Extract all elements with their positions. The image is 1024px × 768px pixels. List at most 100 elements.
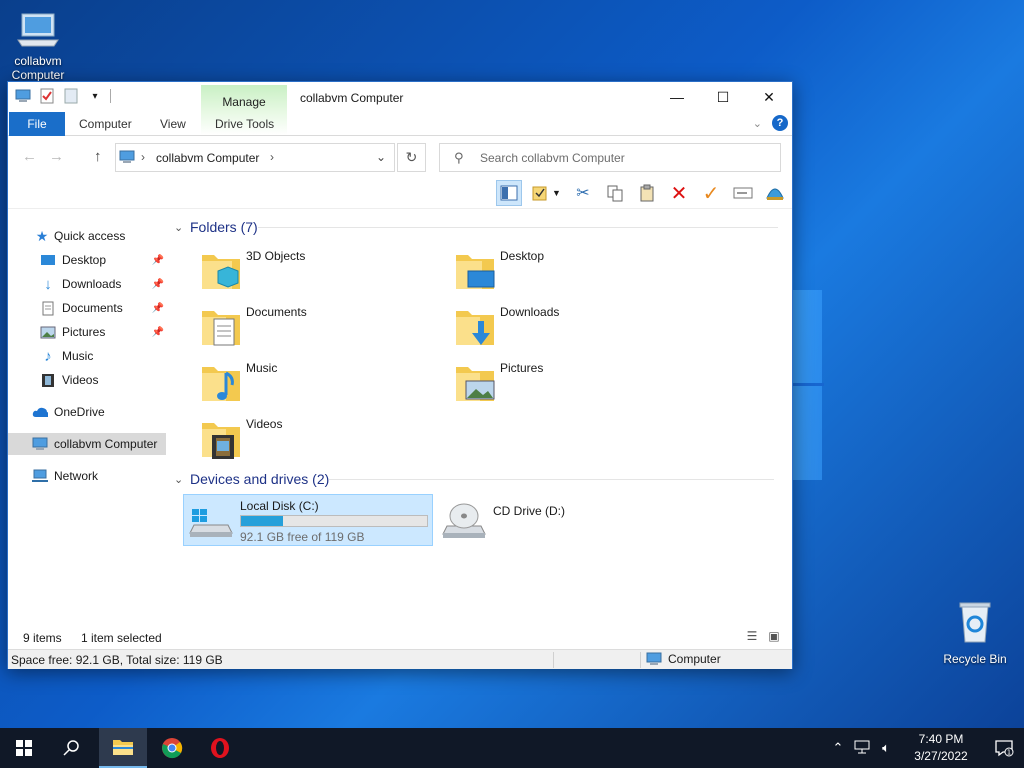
taskbar-opera[interactable] [196, 728, 244, 768]
nav-item-label: collabvm Computer [54, 437, 158, 451]
large-icons-view-icon[interactable]: ▣ [766, 629, 782, 643]
delete-icon[interactable]: ✕ [666, 180, 692, 206]
folder-tile-documents[interactable]: Documents [190, 301, 440, 353]
notification-count: 1 [1007, 749, 1011, 757]
item-count: 9 items [23, 631, 62, 645]
volume-icon[interactable]: 🔈︎ [874, 740, 898, 756]
folder-tile-desktop[interactable]: Desktop [444, 245, 694, 297]
maximize-button[interactable]: ☐ [700, 82, 746, 112]
chevron-down-icon[interactable]: ⌄ [174, 473, 190, 486]
taskbar: ⌃ 🔈︎ 7:40 PM 3/27/2022 1 [0, 728, 1024, 768]
chrome-icon [162, 738, 183, 759]
checkmark-icon[interactable]: ✓ [698, 180, 724, 206]
pin-icon[interactable]: 📌 [152, 303, 164, 314]
close-button[interactable]: ✕ [746, 82, 792, 112]
item-status-row: 9 items 1 item selected ☰ ▣ [8, 627, 792, 649]
address-bar[interactable]: › collabvm Computer › ⌄ [115, 143, 395, 172]
cloud-icon [32, 404, 48, 420]
clock[interactable]: 7:40 PM 3/27/2022 [898, 731, 984, 765]
group-divider [329, 479, 775, 480]
action-center-button[interactable]: 1 [984, 739, 1024, 757]
zone-indicator: Computer [646, 652, 721, 666]
expand-ribbon-icon[interactable]: ⌄ [753, 117, 762, 130]
up-arrow-icon[interactable]: ↑ [94, 148, 102, 165]
pin-icon[interactable]: 📌 [152, 255, 164, 266]
folder-name: Documents [246, 305, 307, 319]
nav-item-network[interactable]: Network [8, 465, 166, 487]
forward-arrow-icon[interactable]: → [49, 148, 64, 165]
minimize-button[interactable]: — [654, 82, 700, 112]
computer-icon [2, 8, 74, 52]
chevron-up-icon[interactable]: ⌃ [826, 740, 850, 756]
start-button[interactable] [0, 728, 48, 768]
group-divider [257, 227, 778, 228]
nav-item-music[interactable]: ♪ Music [8, 345, 166, 367]
qat-divider [110, 89, 111, 103]
details-view-icon[interactable]: ☰ [744, 629, 760, 643]
folder-3d-objects-icon [200, 249, 242, 293]
tab-drive-tools[interactable]: Drive Tools [215, 112, 274, 136]
chevron-right-icon[interactable]: › [141, 150, 145, 164]
copy-icon[interactable] [602, 180, 628, 206]
chevron-down-icon[interactable]: ⌄ [174, 221, 190, 234]
nav-item-documents[interactable]: Documents 📌 [8, 297, 166, 319]
nav-item-this-pc[interactable]: collabvm Computer [8, 433, 166, 455]
properties-dropdown-icon[interactable]: ▼ [528, 180, 564, 206]
folder-tile-pictures[interactable]: Pictures [444, 357, 694, 409]
nav-item-downloads[interactable]: ↓ Downloads 📌 [8, 273, 166, 295]
taskbar-file-explorer[interactable] [99, 728, 147, 768]
properties-icon[interactable] [38, 88, 56, 104]
desktop-icon-recycle-bin[interactable]: Recycle Bin [939, 600, 1011, 666]
new-folder-icon[interactable] [62, 88, 80, 104]
group-header-folders[interactable]: ⌄ Folders (7) [174, 217, 778, 237]
pin-icon[interactable]: 📌 [152, 279, 164, 290]
drive-tile-local-disk[interactable]: Local Disk (C:) 92.1 GB free of 119 GB [183, 494, 433, 546]
document-icon [40, 300, 56, 316]
cut-icon[interactable]: ✂ [570, 180, 596, 206]
back-arrow-icon[interactable]: ← [22, 148, 37, 165]
search-input[interactable]: Search collabvm Computer [480, 151, 625, 165]
refresh-button[interactable]: ↻ [397, 143, 426, 172]
navigation-pane: ★ Quick access Desktop 📌 ↓ Downloads 📌 D… [8, 209, 166, 621]
nav-item-pictures[interactable]: Pictures 📌 [8, 321, 166, 343]
title-bar[interactable]: ▾ collabvm Computer — ☐ ✕ [8, 82, 792, 112]
preview-pane-icon[interactable] [496, 180, 522, 206]
folder-tile-videos[interactable]: Videos [190, 413, 440, 465]
folder-tile-music[interactable]: Music [190, 357, 440, 409]
taskbar-chrome[interactable] [148, 728, 196, 768]
nav-item-label: Pictures [62, 325, 106, 339]
view-buttons: ☰ ▣ [744, 629, 782, 643]
nav-item-desktop[interactable]: Desktop 📌 [8, 249, 166, 271]
network-icon[interactable] [850, 740, 874, 757]
windows-logo-icon [16, 740, 32, 756]
folder-tile-downloads[interactable]: Downloads [444, 301, 694, 353]
cd-drive-icon [441, 498, 486, 542]
chevron-down-icon[interactable]: ⌄ [376, 150, 386, 164]
search-button[interactable] [48, 728, 96, 768]
folder-music-icon [200, 361, 242, 405]
ribbon-right: ⌄ ? [753, 115, 788, 131]
customize-qat-icon[interactable]: ▾ [86, 88, 104, 104]
drive-tile-cd-drive[interactable]: CD Drive (D:) [437, 494, 687, 546]
desktop-icon-computer[interactable]: collabvm Computer [2, 8, 74, 82]
computer-small-icon [14, 88, 32, 104]
nav-item-quick-access[interactable]: ★ Quick access [8, 225, 166, 247]
pin-icon[interactable]: 📌 [152, 327, 164, 338]
paste-icon[interactable] [634, 180, 660, 206]
breadcrumb[interactable]: collabvm Computer [156, 151, 259, 165]
tab-view[interactable]: View [160, 112, 186, 136]
search-box[interactable]: ⚲ Search collabvm Computer [439, 143, 781, 172]
chevron-right-icon[interactable]: › [270, 150, 274, 164]
group-header-devices[interactable]: ⌄ Devices and drives (2) [174, 469, 775, 489]
nav-item-onedrive[interactable]: OneDrive [8, 401, 166, 423]
tab-file[interactable]: File [9, 112, 65, 136]
group-header-label: Folders (7) [190, 219, 258, 235]
tab-computer[interactable]: Computer [79, 112, 132, 136]
folder-tile-3d-objects[interactable]: 3D Objects [190, 245, 440, 297]
film-icon [40, 372, 56, 388]
shell-icon[interactable] [762, 180, 788, 206]
nav-item-videos[interactable]: Videos [8, 369, 166, 391]
clock-date: 3/27/2022 [914, 749, 968, 763]
help-icon[interactable]: ? [772, 115, 788, 131]
rename-icon[interactable] [730, 180, 756, 206]
